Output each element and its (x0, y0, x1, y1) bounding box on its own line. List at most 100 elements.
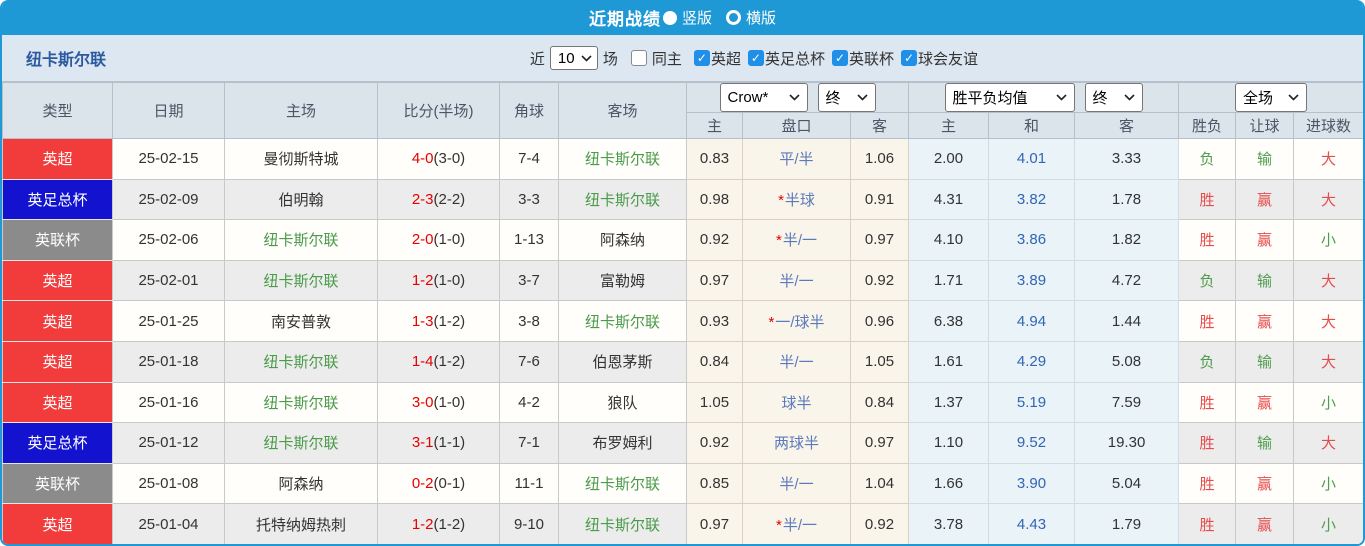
league-filter[interactable]: ✓ 英联杯 (831, 48, 894, 69)
halftime-score: (2-2) (433, 190, 466, 208)
corner-cell: 3-8 (499, 300, 559, 342)
league-filter[interactable]: ✓ 英足总杯 (747, 48, 825, 69)
away-team-cell[interactable]: 纽卡斯尔联 (558, 138, 687, 180)
handicap-text: 平/半 (779, 151, 814, 169)
avg-home-cell: 1.71 (908, 259, 990, 302)
odds-time-select[interactable]: 终 (817, 83, 876, 112)
average-time-value: 终 (1092, 90, 1108, 107)
layout-option-horizontal[interactable]: 横版 (726, 7, 776, 28)
handicap-star-icon: * (778, 191, 784, 209)
average-type-select[interactable]: 胜平负均值 (944, 83, 1075, 112)
avg-away-cell: 1.79 (1074, 503, 1180, 544)
away-team-cell[interactable]: 纽卡斯尔联 (558, 300, 687, 342)
filter-controls: 近 10 场 同主 ✓ 英超 ✓ 英足总杯 ✓ 英联杯 ✓ 球会友谊 (530, 35, 983, 81)
average-time-select[interactable]: 终 (1084, 83, 1143, 112)
home-team-cell[interactable]: 伯明翰 (224, 178, 378, 221)
avg-home-cell: 1.37 (908, 381, 990, 424)
home-team-cell[interactable]: 纽卡斯尔联 (224, 219, 378, 261)
check-icon: ✓ (834, 51, 845, 65)
odds-away-cell: 0.92 (849, 259, 910, 302)
col-header-handicap-result: 让球 (1235, 112, 1295, 139)
corner-cell: 3-3 (499, 178, 559, 221)
odds-company-value: Crow* (727, 89, 769, 106)
home-team-cell[interactable]: 南安普敦 (224, 300, 378, 342)
date-cell: 25-01-04 (112, 503, 225, 544)
col-header-away: 客场 (558, 82, 687, 139)
league-label: 球会友谊 (917, 50, 978, 68)
away-team-cell[interactable]: 纽卡斯尔联 (558, 462, 687, 505)
table-row: 英超 25-01-04 托特纳姆热刺 1-2(1-2) 9-10 纽卡斯尔联 0… (2, 503, 1363, 544)
handicap-star-icon: * (768, 313, 775, 331)
avg-home-cell: 1.61 (908, 340, 990, 383)
home-team-cell[interactable]: 阿森纳 (224, 462, 378, 505)
matches-label: 场 (602, 50, 618, 68)
home-team-cell[interactable]: 纽卡斯尔联 (224, 340, 378, 383)
league-checkbox[interactable]: ✓ (900, 50, 917, 66)
title-bar: 近期战绩 竖版 横版 (2, 0, 1363, 35)
competition-badge: 英联杯 (2, 462, 113, 505)
horizontal-layout-label: 横版 (746, 10, 777, 27)
score-cell: 1-3(1-2) (377, 300, 500, 342)
recent-count-select[interactable]: 10 (549, 46, 598, 70)
col-header-odds-away: 客 (849, 112, 910, 139)
handicap-result-cell: 赢 (1235, 178, 1295, 221)
away-team-cell[interactable]: 布罗姆利 (558, 422, 687, 464)
away-team-cell[interactable]: 狼队 (558, 381, 687, 424)
avg-draw-cell: 3.90 (988, 462, 1076, 505)
competition-badge: 英足总杯 (2, 422, 113, 464)
home-team-cell[interactable]: 纽卡斯尔联 (224, 381, 378, 424)
result-cell: 胜 (1178, 422, 1237, 464)
away-team-cell[interactable]: 伯恩茅斯 (558, 340, 687, 383)
avg-away-cell: 1.44 (1074, 300, 1180, 342)
league-checkbox[interactable]: ✓ (693, 50, 710, 66)
date-cell: 25-02-01 (112, 259, 225, 302)
odds-company-select[interactable]: Crow* (719, 83, 808, 112)
avg-home-cell: 6.38 (908, 300, 990, 342)
score-cell: 3-1(1-1) (377, 422, 500, 464)
league-checkbox[interactable]: ✓ (747, 50, 764, 66)
date-cell: 25-01-08 (112, 462, 225, 505)
home-team-cell[interactable]: 托特纳姆热刺 (224, 503, 378, 544)
league-filter[interactable]: ✓ 球会友谊 (900, 48, 978, 69)
away-team-cell[interactable]: 富勒姆 (558, 259, 687, 302)
vertical-layout-label: 竖版 (681, 10, 712, 27)
league-filter[interactable]: ✓ 英超 (693, 48, 741, 69)
home-team-cell[interactable]: 纽卡斯尔联 (224, 422, 378, 464)
scope-select[interactable]: 全场 (1235, 83, 1308, 112)
handicap-cell: *球半 (742, 381, 851, 424)
odds-home-cell: 0.97 (686, 259, 743, 302)
odds-home-cell: 0.97 (686, 503, 743, 544)
home-team-cell[interactable]: 曼彻斯特城 (224, 138, 378, 180)
handicap-text: 半/一 (779, 354, 814, 372)
goals-result-cell: 小 (1293, 462, 1363, 505)
league-checkbox[interactable]: ✓ (831, 50, 848, 66)
fulltime-score: 4-0 (411, 150, 434, 168)
same-home-checkbox[interactable] (630, 50, 647, 66)
score-cell: 1-4(1-2) (377, 340, 500, 383)
average-group-header: 胜平负均值 终 (908, 82, 1180, 113)
recent-results-panel: 近期战绩 竖版 横版 纽卡斯尔联 近 10 场 同主 ✓ 英超 ✓ 英足总杯 ✓… (0, 0, 1365, 546)
result-cell: 胜 (1178, 381, 1237, 424)
corner-cell: 1-13 (499, 219, 559, 261)
away-team-cell[interactable]: 纽卡斯尔联 (558, 503, 687, 544)
avg-home-cell: 1.66 (908, 462, 990, 505)
halftime-score: (1-2) (433, 312, 466, 330)
avg-away-cell: 4.72 (1074, 259, 1180, 302)
handicap-result-cell: 赢 (1235, 300, 1295, 342)
home-team-cell[interactable]: 纽卡斯尔联 (224, 259, 378, 302)
layout-option-vertical[interactable]: 竖版 (662, 7, 712, 28)
score-cell: 1-2(1-0) (377, 259, 500, 302)
avg-home-cell: 1.10 (908, 422, 990, 464)
handicap-cell: *半/一 (742, 462, 851, 505)
away-team-cell[interactable]: 纽卡斯尔联 (558, 178, 687, 221)
result-cell: 胜 (1178, 462, 1237, 505)
away-team-cell[interactable]: 阿森纳 (558, 219, 687, 261)
avg-home-cell: 3.78 (908, 503, 990, 544)
result-cell: 胜 (1178, 219, 1237, 261)
handicap-cell: *半/一 (742, 259, 851, 302)
handicap-cell: *半球 (742, 178, 851, 221)
chevron-down-icon (1288, 94, 1299, 101)
halftime-score: (1-0) (433, 231, 466, 249)
col-header-avg-away: 客 (1074, 112, 1180, 139)
handicap-result-cell: 输 (1235, 340, 1295, 383)
